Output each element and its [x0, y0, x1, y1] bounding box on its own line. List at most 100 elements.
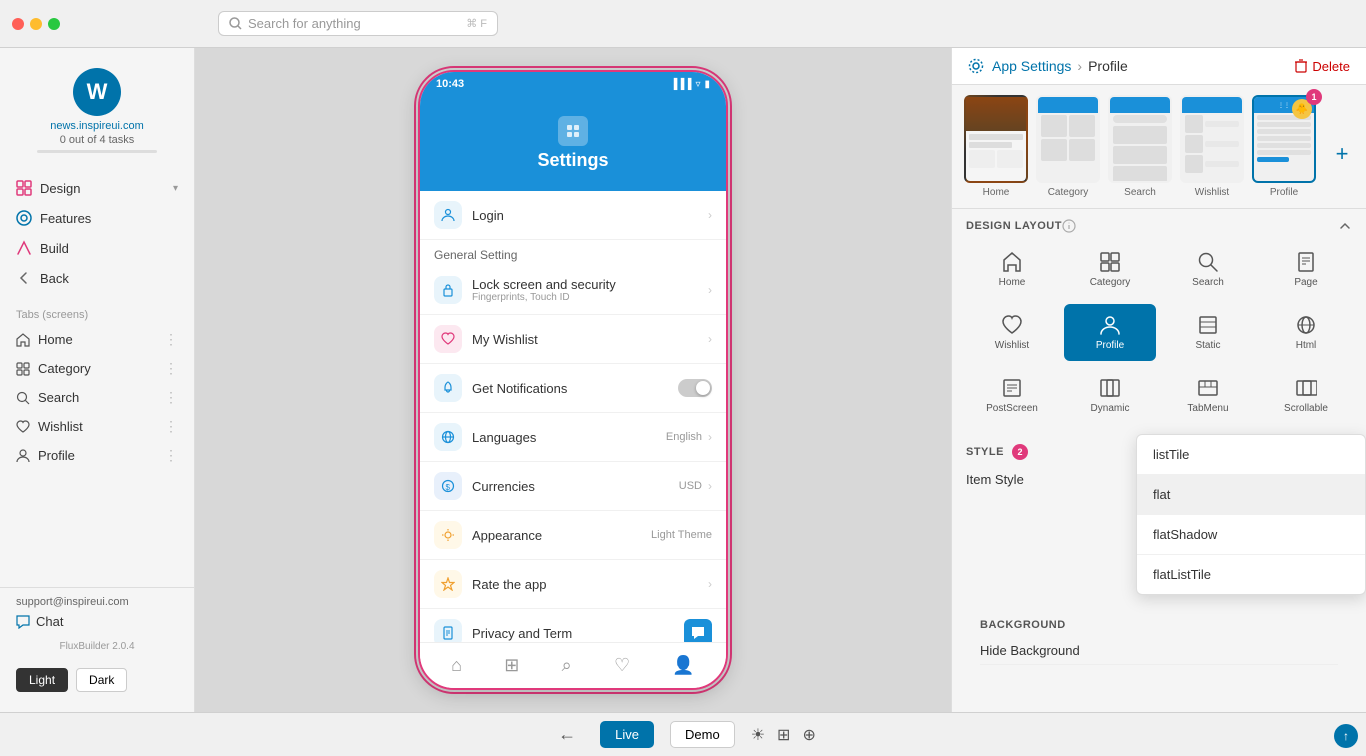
drag-handle-icon: ⋮	[164, 331, 178, 348]
chevron-right-icon: ›	[708, 332, 712, 346]
phone-content: Login › General Setting Lock screen and	[420, 191, 726, 642]
sidebar-item-wishlist[interactable]: Wishlist ⋮	[0, 412, 194, 441]
nav-item-back[interactable]: Back	[0, 263, 194, 293]
layout-scrollable[interactable]: Scrollable	[1260, 367, 1352, 424]
screen-thumb-category[interactable]: Category	[1036, 95, 1100, 198]
bottom-home-icon[interactable]: ⌂	[451, 655, 462, 676]
tab-search-label: Search	[38, 390, 79, 405]
live-mode-button[interactable]: Live	[600, 721, 654, 748]
layout-html[interactable]: Html	[1260, 304, 1352, 361]
phone-privacy-item[interactable]: Privacy and Term	[420, 609, 726, 642]
site-url[interactable]: news.inspireui.com	[50, 120, 144, 132]
hide-background-label: Hide Background	[980, 643, 1080, 658]
dropdown-item-listTile[interactable]: listTile	[1137, 435, 1365, 475]
profile-thumbnail: ⋮⋮ 🐥	[1252, 95, 1316, 183]
sidebar-item-profile[interactable]: Profile ⋮	[0, 441, 194, 470]
bottom-wishlist-icon[interactable]: ♡	[614, 655, 630, 676]
back-navigation-button[interactable]: ←	[550, 720, 584, 749]
layout-home[interactable]: Home	[966, 241, 1058, 298]
sidebar-item-category[interactable]: Category ⋮	[0, 354, 194, 383]
lock-item-icon	[434, 276, 462, 304]
design-icon	[16, 180, 32, 196]
dropdown-item-flatListTile[interactable]: flatListTile	[1137, 555, 1365, 594]
delete-button[interactable]: Delete	[1294, 59, 1350, 74]
layout-grid: Home Category Search Page Wishlist	[966, 241, 1352, 424]
layout-static[interactable]: Static	[1162, 304, 1254, 361]
layout-dynamic[interactable]: Dynamic	[1064, 367, 1156, 424]
nav-build-label: Build	[40, 241, 69, 256]
dropdown-item-flatShadow[interactable]: flatShadow	[1137, 515, 1365, 555]
app-version: FluxBuilder 2.0.4	[0, 637, 194, 656]
phone-notifications-item[interactable]: Get Notifications	[420, 364, 726, 413]
bottom-category-icon[interactable]: ⊞	[504, 655, 519, 676]
drag-handle-icon: ⋮	[164, 389, 178, 406]
main-canvas: 10:43 ▐▐▐ ▿ ▮	[195, 48, 951, 712]
task-progress-bar	[37, 150, 157, 153]
search-shortcut: ⌘ F	[466, 17, 487, 30]
global-search-bar[interactable]: Search for anything ⌘ F	[218, 11, 498, 36]
add-screen-button[interactable]: +	[1324, 110, 1360, 198]
nav-item-build[interactable]: Build	[0, 233, 194, 263]
profile-layout-icon	[1099, 314, 1121, 336]
phone-wishlist-item[interactable]: My Wishlist ›	[420, 315, 726, 364]
notifications-toggle[interactable]	[678, 379, 712, 397]
phone-appearance-item[interactable]: Appearance Light Theme	[420, 511, 726, 560]
layout-profile[interactable]: Profile	[1064, 304, 1156, 361]
style-dropdown[interactable]: listTile flat flatShadow flatListTile	[1136, 434, 1366, 595]
phone-frame: 10:43 ▐▐▐ ▿ ▮	[418, 70, 728, 690]
layout-search[interactable]: Search	[1162, 241, 1254, 298]
collapse-icon[interactable]	[1338, 219, 1352, 233]
phone-lockscreen-item[interactable]: Lock screen and security Fingerprints, T…	[420, 266, 726, 315]
screen-thumb-home[interactable]: Home	[964, 95, 1028, 198]
user-icon	[441, 208, 455, 222]
phone-login-item[interactable]: Login ›	[420, 191, 726, 240]
item-style-label: Item Style	[966, 472, 1024, 487]
phone-rate-item[interactable]: Rate the app ›	[420, 560, 726, 609]
sidebar-item-home[interactable]: Home ⋮	[0, 325, 194, 354]
layout-wishlist[interactable]: Wishlist	[966, 304, 1058, 361]
drag-handle-icon: ⋮	[164, 447, 178, 464]
nav-item-design[interactable]: Design ▾	[0, 173, 194, 203]
phone-bottom-nav: ⌂ ⊞ ⌕ ♡ 👤	[420, 642, 726, 688]
grid-icon	[565, 123, 581, 139]
layout-tabmenu[interactable]: TabMenu	[1162, 367, 1254, 424]
screen-thumb-profile[interactable]: ⋮⋮ 🐥 1 Profile	[1252, 95, 1316, 198]
profile-icon	[16, 449, 30, 463]
phone-border: 10:43 ▐▐▐ ▿ ▮	[414, 66, 732, 694]
zoom-icon[interactable]: ⊕	[802, 725, 815, 745]
layout-category[interactable]: Category	[1064, 241, 1156, 298]
layout-page-label: Page	[1294, 277, 1317, 288]
grid-view-icon[interactable]: ⊞	[777, 725, 790, 745]
layout-page[interactable]: Page	[1260, 241, 1352, 298]
demo-mode-button[interactable]: Demo	[670, 721, 735, 748]
screen-thumb-wishlist[interactable]: Wishlist	[1180, 95, 1244, 198]
dark-theme-button[interactable]: Dark	[76, 668, 127, 692]
maximize-button[interactable]	[48, 18, 60, 30]
breadcrumb-current: Profile	[1088, 58, 1128, 74]
minimize-button[interactable]	[30, 18, 42, 30]
light-theme-button[interactable]: Light	[16, 668, 68, 692]
chat-button[interactable]: Chat	[16, 614, 178, 629]
main-layout: W news.inspireui.com 0 out of 4 tasks De…	[0, 48, 1366, 712]
close-button[interactable]	[12, 18, 24, 30]
currency-item-icon: $	[434, 472, 462, 500]
currencies-label: Currencies	[472, 479, 535, 494]
sun-icon	[441, 528, 455, 542]
nav-item-features[interactable]: Features	[0, 203, 194, 233]
languages-label: Languages	[472, 430, 536, 445]
dropdown-item-flat[interactable]: flat	[1137, 475, 1365, 515]
bottom-profile-icon[interactable]: 👤	[672, 655, 694, 676]
bottom-search-icon[interactable]: ⌕	[562, 655, 572, 676]
screen-thumb-search[interactable]: Search	[1108, 95, 1172, 198]
sidebar-item-search[interactable]: Search ⋮	[0, 383, 194, 412]
app-settings-icon	[968, 58, 984, 74]
layout-profile-label: Profile	[1096, 340, 1124, 351]
breadcrumb-parent[interactable]: App Settings	[992, 58, 1071, 74]
style-section-title: STYLE	[966, 446, 1004, 458]
brightness-icon[interactable]: ☀	[751, 725, 765, 745]
layout-dynamic-label: Dynamic	[1091, 403, 1130, 414]
right-panel: App Settings › Profile Delete	[951, 48, 1366, 712]
phone-currencies-item[interactable]: $ Currencies USD ›	[420, 462, 726, 511]
phone-languages-item[interactable]: Languages English ›	[420, 413, 726, 462]
layout-postscreen[interactable]: PostScreen	[966, 367, 1058, 424]
